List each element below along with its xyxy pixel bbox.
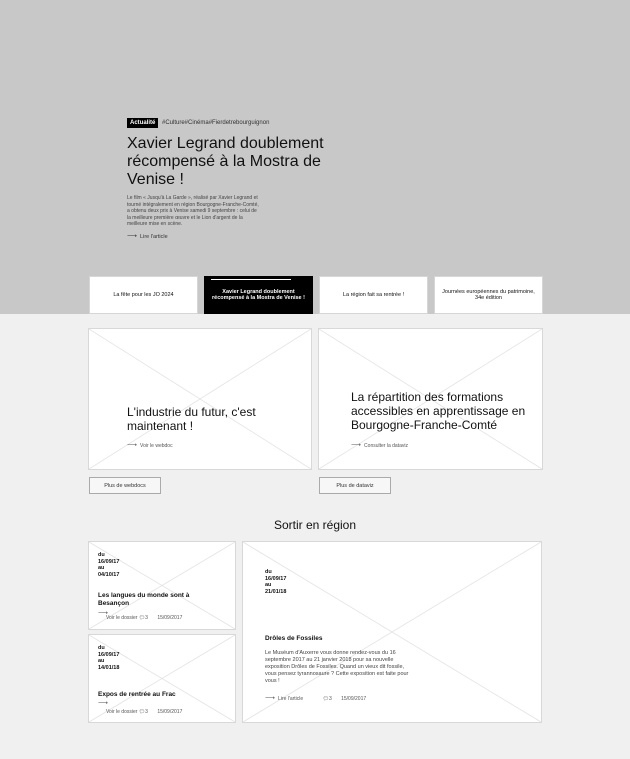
arrow-right-icon: ⟶ <box>98 700 109 707</box>
tab-label: La fête pour les JO 2024 <box>113 292 174 298</box>
event-card-large[interactable]: du 16/09/17 au 21/01/18 Drôles de Fossil… <box>242 541 542 723</box>
dataviz-link-label: Consulter la dataviz <box>364 443 408 449</box>
hero-title[interactable]: Xavier Legrand doublement récompensé à l… <box>127 135 337 189</box>
category-badge[interactable]: Actualité <box>127 118 159 128</box>
date-end: 04/10/17 <box>98 571 120 578</box>
tab-rentree[interactable]: La région fait sa rentrée ! <box>319 276 428 314</box>
event-meta: ⟶ <box>98 699 111 707</box>
section-title: Sortir en région <box>273 518 357 532</box>
tab-label: Journées européennes du patrimoine, 34e … <box>442 289 535 301</box>
date-end: 14/01/18 <box>98 664 120 671</box>
dataviz-title: La répartition des formations accessible… <box>351 390 526 432</box>
tab-label: Xavier Legrand doublement récompensé à l… <box>212 289 305 301</box>
event-link[interactable]: Voir le dossier <box>106 709 137 715</box>
comment-count: 3 <box>328 696 332 702</box>
event-description: Le Muséum d'Auxerre vous donne rendez-vo… <box>265 650 409 684</box>
hero-read-link-label: Lire l'article <box>140 234 168 240</box>
more-webdocs-button[interactable]: Plus de webdocs <box>89 477 161 494</box>
event-meta-row: Voir le dossier 💬︎3 15/09/2017 <box>106 709 182 715</box>
webdoc-title: L'industrie du futur, c'est maintenant ! <box>127 405 256 433</box>
event-dates: du 16/09/17 au 04/10/17 <box>98 552 119 578</box>
arrow-right-icon: ⟶ <box>351 442 362 449</box>
arrow-right-icon: ⟶ <box>127 233 138 240</box>
comment-count: 3 <box>145 709 148 715</box>
arrow-right-icon: ⟶ <box>127 442 138 449</box>
hero-tags[interactable]: #Culture#Cinéma#Fierdetrebourguignon <box>162 120 269 126</box>
webdoc-card[interactable]: L'industrie du futur, c'est maintenant !… <box>88 328 312 470</box>
tab-xavier-legrand[interactable]: Xavier Legrand doublement récompensé à l… <box>204 276 313 314</box>
event-title: Les langues du monde sont à Besançon <box>98 592 190 607</box>
tab-active-indicator <box>211 279 291 280</box>
event-card[interactable]: du 16/09/17 au 04/10/17 Les langues du m… <box>88 541 236 630</box>
hero-read-link[interactable]: ⟶ Lire l'article <box>127 232 168 240</box>
tab-label: La région fait sa rentrée ! <box>342 292 405 298</box>
event-date: 15/09/2017 <box>157 709 183 715</box>
tab-jo-2024[interactable]: La fête pour les JO 2024 <box>89 276 198 314</box>
event-dates: du 16/09/17 au 21/01/18 <box>265 569 286 595</box>
more-dataviz-button[interactable]: Plus de dataviz <box>319 477 391 494</box>
event-date: 15/09/2017 <box>157 615 183 621</box>
dataviz-card[interactable]: La répartition des formations accessible… <box>318 328 543 470</box>
event-meta-row: Voir le dossier 💬︎3 15/09/2017 <box>106 615 182 621</box>
webdoc-link[interactable]: ⟶ Voir le webdoc <box>127 441 173 449</box>
comment-count: 3 <box>145 615 148 621</box>
arrow-right-icon: ⟶ <box>265 695 276 702</box>
dataviz-link[interactable]: ⟶ Consulter la dataviz <box>351 441 408 449</box>
webdoc-link-label: Voir le webdoc <box>140 443 173 449</box>
event-link[interactable]: Voir le dossier <box>106 615 137 621</box>
tab-patrimoine[interactable]: Journées européennes du patrimoine, 34e … <box>434 276 543 314</box>
event-card[interactable]: du 16/09/17 au 14/01/18 Expos de rentrée… <box>88 634 236 723</box>
date-end: 21/01/18 <box>265 588 287 595</box>
event-title: Drôles de Fossiles <box>265 635 323 642</box>
image-placeholder-icon <box>89 329 311 469</box>
event-dates: du 16/09/17 au 14/01/18 <box>98 645 119 671</box>
hero-text: Le film « Jusqu'à La Garde », réalisé pa… <box>127 195 259 227</box>
event-meta-row: ⟶ Lire l'article 💬︎3 15/09/2017 <box>265 694 366 702</box>
event-title: Expos de rentrée au Frac <box>98 691 176 698</box>
event-link[interactable]: Lire l'article <box>278 696 303 702</box>
event-date: 15/09/2017 <box>341 696 367 702</box>
